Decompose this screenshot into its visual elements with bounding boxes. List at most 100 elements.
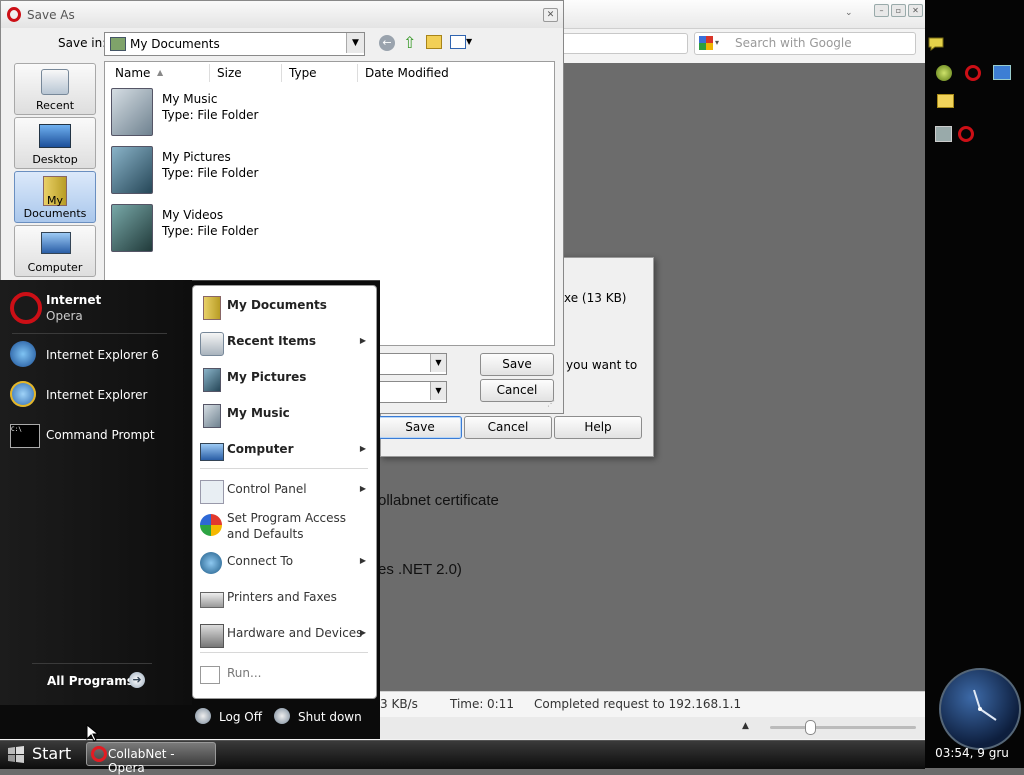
opera-icon[interactable]	[965, 65, 981, 81]
item-name: My Music	[162, 92, 218, 106]
save-button[interactable]: Save	[378, 416, 462, 439]
log-off-button[interactable]: Log Off	[193, 707, 263, 727]
column-header-name[interactable]: Name ▲	[107, 64, 210, 82]
divider	[32, 663, 152, 664]
status-speed: 3 KB/s	[380, 697, 418, 711]
shut-down-button[interactable]: Shut down	[272, 707, 362, 727]
list-item[interactable]: My Pictures Type: File Folder	[111, 144, 411, 196]
control-panel-icon	[200, 480, 224, 504]
chevron-down-icon[interactable]: ▼	[430, 382, 446, 400]
chevron-down-icon[interactable]: ⌄	[845, 8, 853, 18]
menu-item-run[interactable]: Run...	[196, 660, 372, 688]
menu-item-hardware-and-devices[interactable]: Hardware and Devices ▶	[196, 620, 372, 648]
up-folder-icon[interactable]: ⇧	[403, 33, 416, 52]
program-command-prompt[interactable]: C:\ Command Prompt	[10, 420, 188, 452]
places-my-documents[interactable]: My Documents	[14, 171, 96, 223]
column-header-type[interactable]: Type	[281, 64, 358, 82]
shut-down-label: Shut down	[298, 710, 362, 724]
power-icon	[274, 708, 290, 724]
internet-explorer-icon	[10, 341, 36, 367]
new-folder-icon[interactable]	[426, 35, 442, 49]
menu-item-my-music[interactable]: My Music	[196, 400, 372, 428]
log-off-label: Log Off	[219, 710, 262, 724]
menu-item-label: Hardware and Devices	[227, 626, 363, 640]
page-text: ollabnet certificate	[378, 492, 499, 509]
menu-item-label: My Documents	[227, 298, 327, 312]
menu-item-printers-and-faxes[interactable]: Printers and Faxes	[196, 584, 372, 612]
menu-item-connect-to[interactable]: Connect To ▶	[196, 548, 372, 576]
chevron-down-icon[interactable]: ▼	[466, 37, 472, 46]
save-button[interactable]: Save	[480, 353, 554, 376]
menu-item-label: Printers and Faxes	[227, 590, 337, 604]
music-folder-icon	[203, 404, 221, 428]
filetype-dropdown[interactable]: ▼	[379, 381, 447, 403]
status-message: Completed request to 192.168.1.1	[534, 697, 742, 711]
places-desktop[interactable]: Desktop	[14, 117, 96, 169]
opera-icon	[7, 7, 21, 22]
message-icon[interactable]	[928, 37, 944, 51]
start-button[interactable]: Start	[2, 742, 80, 766]
cancel-button[interactable]: Cancel	[464, 416, 552, 439]
menu-item-label: My Music	[227, 406, 290, 420]
divider	[200, 652, 368, 653]
chevron-down-icon[interactable]: ▼	[346, 33, 364, 53]
item-type: Type: File Folder	[162, 108, 259, 122]
column-label: Name	[115, 66, 151, 80]
opera-icon	[10, 292, 42, 324]
search-input[interactable]: ▾ Search with Google	[694, 32, 916, 55]
globe-icon[interactable]	[936, 65, 952, 81]
triangle-up-icon[interactable]: ▲	[742, 721, 749, 731]
address-field[interactable]	[560, 33, 688, 54]
program-label: Internet Explorer	[46, 388, 148, 402]
program-ie6[interactable]: Internet Explorer 6	[10, 340, 188, 372]
menu-item-set-program-access[interactable]: Set Program Access and Defaults	[196, 508, 372, 544]
chevron-down-icon[interactable]: ▼	[430, 354, 446, 372]
list-item[interactable]: My Music Type: File Folder	[111, 86, 411, 138]
program-label: Internet Explorer 6	[46, 348, 159, 362]
places-computer[interactable]: Computer	[14, 225, 96, 277]
item-name: My Pictures	[162, 150, 231, 164]
globe-icon	[200, 552, 222, 574]
recent-icon	[200, 332, 224, 356]
item-type: Type: File Folder	[162, 166, 259, 180]
cancel-button[interactable]: Cancel	[480, 379, 554, 402]
page-text: es .NET 2.0)	[378, 561, 462, 578]
list-item[interactable]: My Videos Type: File Folder	[111, 202, 411, 254]
chevron-down-icon[interactable]: ▾	[715, 38, 719, 47]
menu-item-recent-items[interactable]: Recent Items ▶	[196, 328, 372, 356]
monitor-icon[interactable]	[993, 65, 1011, 80]
start-label: Start	[32, 744, 72, 763]
pinned-item-opera[interactable]: Internet Opera	[10, 290, 188, 330]
menu-item-control-panel[interactable]: Control Panel ▶	[196, 476, 372, 504]
column-header-date-modified[interactable]: Date Modified	[357, 64, 475, 82]
minimize-button[interactable]: –	[874, 4, 889, 17]
column-header-size[interactable]: Size	[209, 64, 282, 82]
menu-item-my-documents[interactable]: My Documents	[196, 292, 372, 320]
menu-item-computer[interactable]: Computer ▶	[196, 436, 372, 464]
close-button[interactable]: ✕	[908, 4, 923, 17]
filename-input[interactable]: ▼	[379, 353, 447, 375]
zoom-slider-thumb[interactable]	[805, 720, 816, 735]
resize-grip-icon[interactable]: ⋰	[547, 399, 555, 408]
places-recent[interactable]: Recent	[14, 63, 96, 115]
chevron-right-icon: ▶	[359, 484, 366, 493]
help-button[interactable]: Help	[554, 416, 642, 439]
close-icon[interactable]: ✕	[543, 8, 558, 22]
program-ie[interactable]: Internet Explorer	[10, 380, 188, 412]
all-programs-button[interactable]: All Programs ➜	[47, 672, 157, 692]
shield-check-icon[interactable]	[935, 126, 952, 142]
folder-icon[interactable]	[937, 94, 954, 108]
taskbar-item-opera[interactable]: CollabNet - Opera	[86, 742, 216, 775]
pictures-folder-icon	[111, 146, 153, 194]
restore-button[interactable]: ▫	[891, 4, 906, 17]
back-icon[interactable]: ←	[379, 35, 395, 51]
zoom-slider[interactable]	[770, 726, 916, 729]
menu-item-my-pictures[interactable]: My Pictures	[196, 364, 372, 392]
computer-icon	[200, 443, 224, 461]
savein-dropdown[interactable]: My Documents ▼	[104, 32, 365, 56]
menu-item-label: Control Panel	[227, 482, 307, 496]
view-menu-icon[interactable]	[450, 35, 466, 49]
opera-icon[interactable]	[958, 126, 974, 142]
pinned-subtitle: Opera	[46, 309, 83, 323]
menu-item-label: Recent Items	[227, 334, 317, 348]
